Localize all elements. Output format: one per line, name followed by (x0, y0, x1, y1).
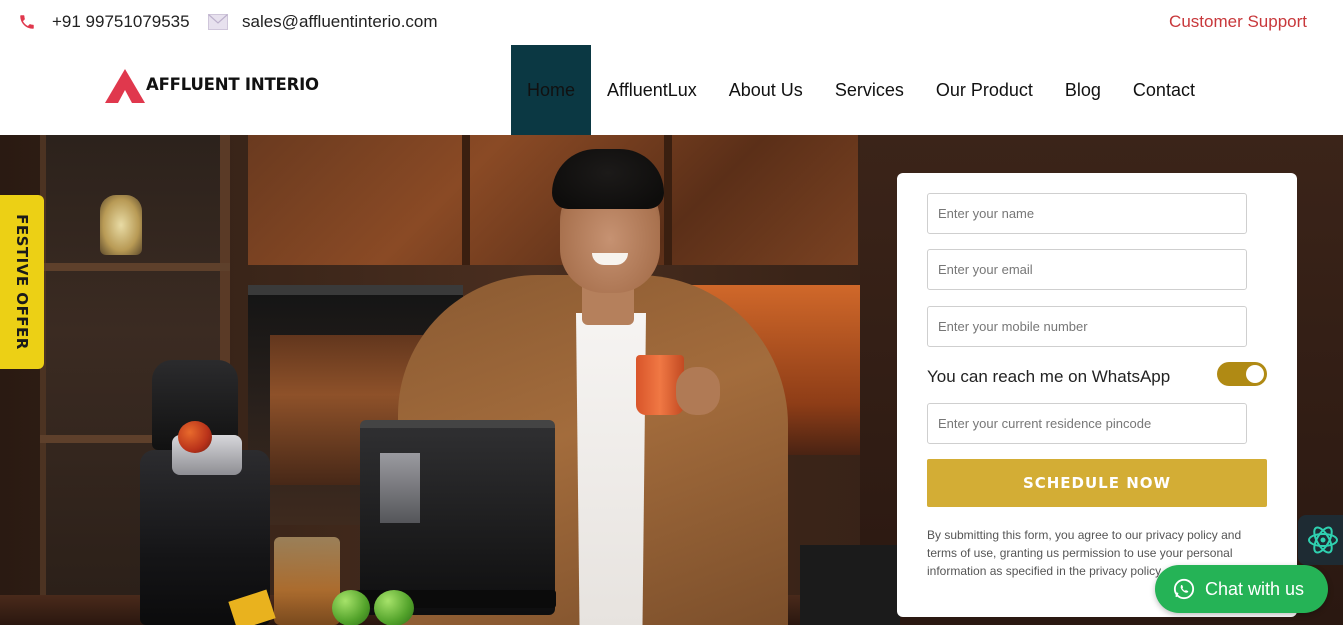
cabinet-divider (664, 135, 672, 265)
phone-icon (20, 15, 34, 29)
main-nav: Home AffluentLux About Us Services Our P… (511, 45, 1211, 135)
email-address[interactable]: sales@affluentinterio.com (242, 12, 438, 32)
customer-support-link[interactable]: Customer Support (1169, 12, 1307, 32)
phone-number[interactable]: +91 99751079535 (52, 12, 190, 32)
whatsapp-toggle[interactable] (1217, 362, 1267, 386)
top-bar: +91 99751079535 sales@affluentinterio.co… (0, 0, 1343, 45)
nav-services[interactable]: Services (819, 45, 920, 135)
counter-block (800, 545, 900, 625)
festive-offer-label: FESTIVE OFFER (13, 214, 31, 350)
green-apple (374, 590, 414, 625)
background-shelf (40, 263, 230, 271)
mail-icon (208, 14, 228, 30)
coffee-spout (380, 453, 420, 523)
festive-offer-tab[interactable]: FESTIVE OFFER (0, 195, 44, 369)
logo-text: AFFLUENT INTERIO (146, 74, 319, 94)
green-apple (332, 590, 370, 625)
nav-our-product[interactable]: Our Product (920, 45, 1049, 135)
nav-home[interactable]: Home (511, 45, 592, 135)
whatsapp-icon (1173, 578, 1195, 600)
logo-mark-icon (105, 69, 145, 103)
site-logo[interactable]: AFFLUENT INTERIO (104, 67, 319, 105)
chat-label: Chat with us (1205, 578, 1305, 599)
whatsapp-label: You can reach me on WhatsApp (927, 367, 1171, 386)
pincode-input[interactable] (927, 403, 1247, 444)
person-hair (552, 149, 664, 209)
schedule-form: You can reach me on WhatsApp SCHEDULE NO… (897, 173, 1297, 617)
email-input[interactable] (927, 249, 1247, 290)
cabinet-divider (462, 135, 470, 265)
nav-blog[interactable]: Blog (1049, 45, 1117, 135)
atom-icon (1308, 526, 1338, 554)
whatsapp-chat-button[interactable]: Chat with us (1155, 565, 1328, 613)
name-input[interactable] (927, 193, 1247, 234)
red-apple (178, 421, 212, 453)
mobile-input[interactable] (927, 306, 1247, 347)
nav-about-us[interactable]: About Us (713, 45, 819, 135)
schedule-now-button[interactable]: SCHEDULE NOW (927, 459, 1267, 507)
person-hand (676, 367, 720, 415)
nav-affluentlux[interactable]: AffluentLux (591, 45, 713, 135)
toggle-knob (1246, 365, 1264, 383)
site-header: AFFLUENT INTERIO Home AffluentLux About … (0, 45, 1343, 135)
ai-assistant-button[interactable] (1298, 515, 1343, 565)
nav-contact[interactable]: Contact (1117, 45, 1211, 135)
juice-jar (274, 537, 340, 625)
background-lamp (100, 195, 142, 255)
